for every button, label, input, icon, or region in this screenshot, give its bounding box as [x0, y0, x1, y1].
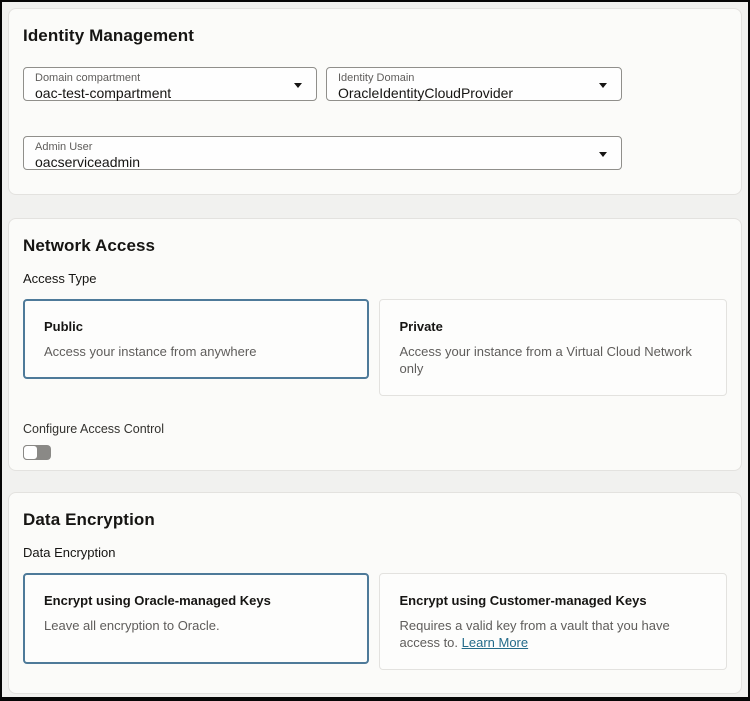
identity-management-heading: Identity Management — [23, 25, 727, 47]
identity-domain-value: OracleIdentityCloudProvider — [338, 85, 591, 101]
identity-selects-row: Domain compartment oac-test-compartment … — [23, 67, 727, 101]
encryption-card-customer-managed[interactable]: Encrypt using Customer-managed Keys Requ… — [379, 573, 728, 670]
chevron-down-icon — [599, 83, 607, 88]
oracle-managed-card-title: Encrypt using Oracle-managed Keys — [44, 592, 348, 609]
customer-managed-card-description: Requires a valid key from a vault that y… — [400, 617, 707, 651]
domain-compartment-select[interactable]: Domain compartment oac-test-compartment — [23, 67, 317, 101]
network-access-section: Network Access Access Type Public Access… — [8, 218, 742, 471]
data-encryption-section: Data Encryption Data Encryption Encrypt … — [8, 492, 742, 694]
public-card-title: Public — [44, 318, 348, 335]
oracle-managed-card-description: Leave all encryption to Oracle. — [44, 617, 348, 634]
chevron-down-icon — [294, 83, 302, 88]
identity-management-section: Identity Management Domain compartment o… — [8, 8, 742, 195]
customer-managed-card-title: Encrypt using Customer-managed Keys — [400, 592, 707, 609]
identity-domain-select[interactable]: Identity Domain OracleIdentityCloudProvi… — [326, 67, 622, 101]
admin-user-value: oacserviceadmin — [35, 154, 591, 170]
data-encryption-cards: Encrypt using Oracle-managed Keys Leave … — [23, 573, 727, 670]
access-type-card-private[interactable]: Private Access your instance from a Virt… — [379, 299, 728, 396]
private-card-title: Private — [400, 318, 707, 335]
private-card-description: Access your instance from a Virtual Clou… — [400, 343, 707, 377]
chevron-down-icon — [599, 152, 607, 157]
encryption-card-oracle-managed[interactable]: Encrypt using Oracle-managed Keys Leave … — [23, 573, 369, 664]
data-encryption-label: Data Encryption — [23, 544, 727, 561]
domain-compartment-label: Domain compartment — [35, 71, 286, 85]
admin-user-label: Admin User — [35, 140, 591, 154]
customer-managed-card-description-text: Requires a valid key from a vault that y… — [400, 618, 670, 650]
access-type-card-public[interactable]: Public Access your instance from anywher… — [23, 299, 369, 379]
public-card-description: Access your instance from anywhere — [44, 343, 348, 360]
identity-domain-label: Identity Domain — [338, 71, 591, 85]
form-page: Identity Management Domain compartment o… — [0, 0, 750, 701]
access-type-cards: Public Access your instance from anywher… — [23, 299, 727, 396]
configure-access-control-label: Configure Access Control — [23, 421, 727, 437]
network-access-heading: Network Access — [23, 235, 727, 257]
toggle-knob — [23, 445, 38, 460]
data-encryption-heading: Data Encryption — [23, 509, 727, 531]
admin-user-select[interactable]: Admin User oacserviceadmin — [23, 136, 622, 170]
configure-access-control-toggle[interactable] — [23, 445, 51, 460]
domain-compartment-value: oac-test-compartment — [35, 85, 286, 101]
access-type-label: Access Type — [23, 270, 727, 287]
learn-more-link[interactable]: Learn More — [462, 635, 528, 650]
